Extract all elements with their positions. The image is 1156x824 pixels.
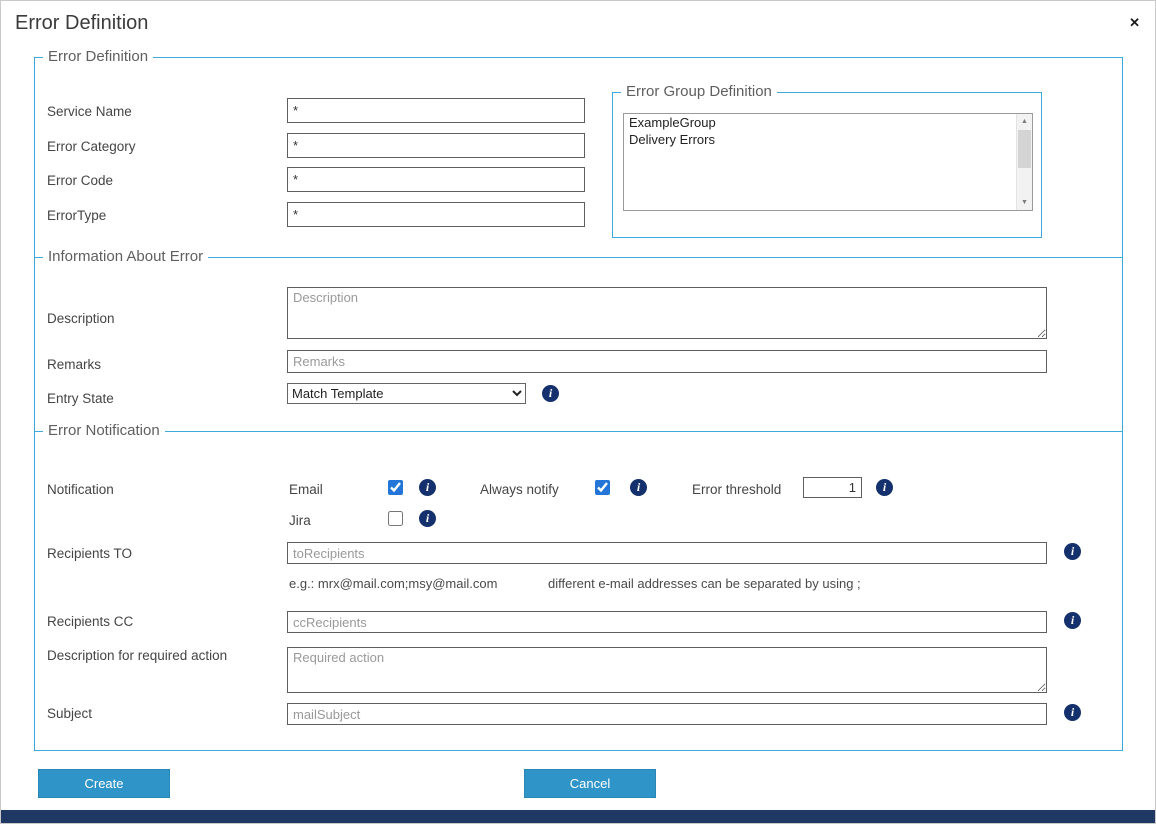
scroll-up-icon[interactable] — [1017, 114, 1032, 129]
error-group-listbox[interactable]: ExampleGroup Delivery Errors — [623, 113, 1033, 211]
email-info-icon[interactable] — [419, 479, 436, 496]
error-group-option[interactable]: ExampleGroup — [624, 114, 1016, 131]
error-group-option[interactable]: Delivery Errors — [624, 131, 1016, 148]
cancel-button[interactable]: Cancel — [524, 769, 656, 798]
subject-input[interactable] — [287, 703, 1047, 725]
information-about-error-legend: Information About Error — [43, 248, 208, 265]
always-notify-info-icon[interactable] — [630, 479, 647, 496]
recipients-cc-info-icon[interactable] — [1064, 612, 1081, 629]
service-name-input[interactable] — [287, 98, 585, 123]
remarks-label: Remarks — [47, 357, 101, 372]
error-type-label: ErrorType — [47, 208, 106, 223]
entry-state-info-icon[interactable] — [542, 385, 559, 402]
error-type-input[interactable] — [287, 202, 585, 227]
error-code-input[interactable] — [287, 167, 585, 192]
always-notify-label: Always notify — [480, 482, 559, 497]
scroll-thumb[interactable] — [1018, 130, 1031, 168]
description-label: Description — [47, 311, 115, 326]
error-definition-dialog: Error Definition ✕ Error Definition Serv… — [0, 0, 1156, 824]
recipients-to-info-icon[interactable] — [1064, 543, 1081, 560]
email-separator-hint: different e-mail addresses can be separa… — [548, 576, 861, 591]
error-threshold-label: Error threshold — [692, 482, 781, 497]
jira-label: Jira — [289, 513, 311, 528]
bottom-bar — [1, 810, 1155, 823]
required-action-textarea[interactable] — [287, 647, 1047, 693]
scrollbar[interactable] — [1016, 114, 1032, 210]
email-label: Email — [289, 482, 323, 497]
error-category-label: Error Category — [47, 139, 136, 154]
always-notify-checkbox[interactable] — [595, 480, 610, 495]
recipients-to-label: Recipients TO — [47, 546, 132, 561]
error-group-options: ExampleGroup Delivery Errors — [624, 114, 1016, 210]
page-title: Error Definition — [15, 12, 148, 35]
recipients-to-input[interactable] — [287, 542, 1047, 564]
required-action-label: Description for required action — [47, 648, 227, 663]
error-definition-fieldset: Error Definition Service Name Error Cate… — [34, 57, 1123, 751]
jira-info-icon[interactable] — [419, 510, 436, 527]
close-icon[interactable]: ✕ — [1129, 16, 1140, 29]
create-button[interactable]: Create — [38, 769, 170, 798]
remarks-input[interactable] — [287, 350, 1047, 373]
email-checkbox[interactable] — [388, 480, 403, 495]
information-about-error-section: Information About Error — [35, 257, 1122, 258]
error-threshold-input[interactable] — [803, 477, 862, 498]
error-notification-section: Error Notification — [35, 431, 1122, 432]
error-group-legend: Error Group Definition — [621, 83, 777, 100]
entry-state-select[interactable]: Match Template — [287, 383, 526, 404]
subject-label: Subject — [47, 706, 92, 721]
scroll-down-icon[interactable] — [1017, 195, 1032, 210]
email-example-hint: e.g.: mrx@mail.com;msy@mail.com — [289, 576, 497, 591]
error-threshold-info-icon[interactable] — [876, 479, 893, 496]
jira-checkbox[interactable] — [388, 511, 403, 526]
notification-label: Notification — [47, 482, 114, 497]
error-notification-legend: Error Notification — [43, 422, 165, 439]
recipients-cc-label: Recipients CC — [47, 614, 133, 629]
error-category-input[interactable] — [287, 133, 585, 158]
recipients-cc-input[interactable] — [287, 611, 1047, 633]
service-name-label: Service Name — [47, 104, 132, 119]
subject-info-icon[interactable] — [1064, 704, 1081, 721]
error-definition-legend: Error Definition — [43, 48, 153, 65]
entry-state-label: Entry State — [47, 391, 114, 406]
error-code-label: Error Code — [47, 173, 113, 188]
error-group-fieldset: Error Group Definition ExampleGroup Deli… — [612, 92, 1042, 238]
description-textarea[interactable] — [287, 287, 1047, 339]
